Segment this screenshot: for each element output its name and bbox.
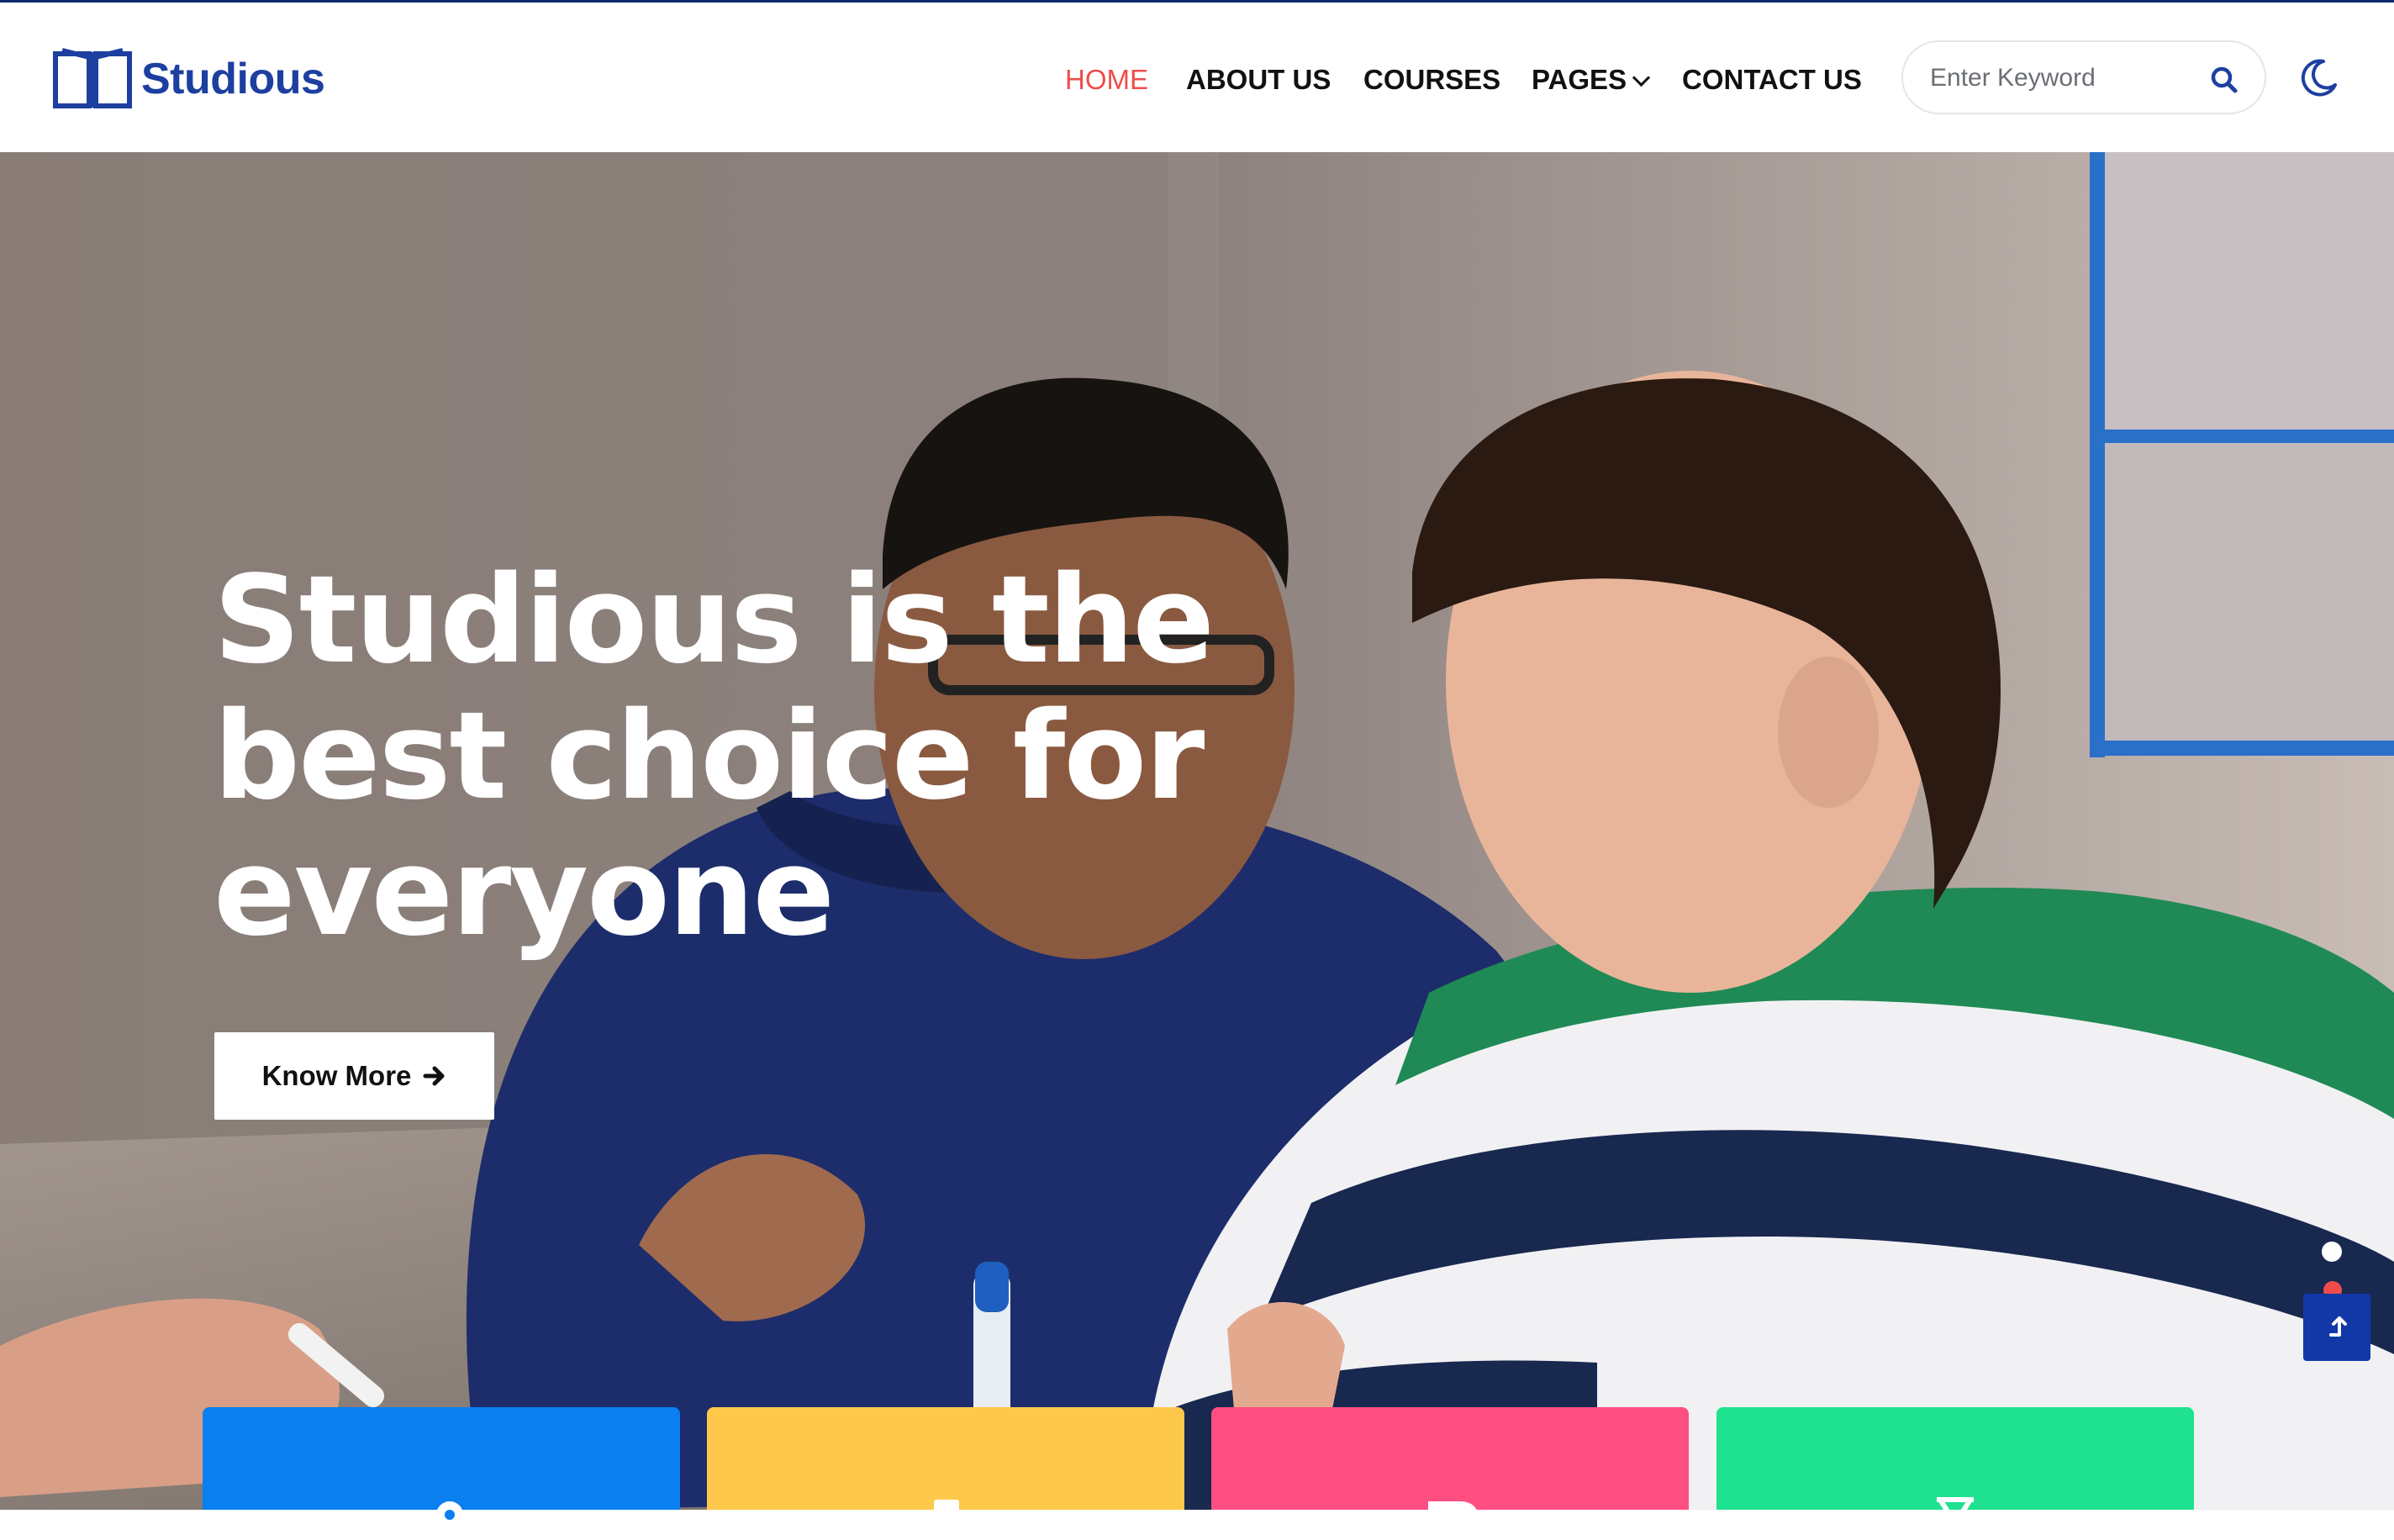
- nav-contact-us[interactable]: CONTACT US: [1682, 63, 1862, 97]
- feature-card-2[interactable]: [707, 1407, 1184, 1533]
- search-box: [1901, 40, 2266, 114]
- hero-slider: Studious is the best choice for everyone…: [0, 152, 2394, 1510]
- brand-logo[interactable]: Studious: [50, 41, 325, 117]
- nav-pages[interactable]: PAGES: [1532, 63, 1651, 97]
- nav-courses[interactable]: COURSES: [1363, 63, 1500, 97]
- nav-pages-label: PAGES: [1532, 64, 1627, 95]
- feature-card-3[interactable]: [1211, 1407, 1689, 1540]
- moon-icon[interactable]: [2298, 56, 2340, 98]
- slider-dot-active[interactable]: [2322, 1242, 2342, 1262]
- open-book-icon: [53, 48, 132, 108]
- know-more-button[interactable]: Know More: [214, 1032, 494, 1120]
- brand-name: Studious: [141, 55, 325, 103]
- arrow-right-icon: [423, 1066, 445, 1086]
- hero-title: Studious is the best choice for everyone: [214, 549, 1215, 962]
- chevron-down-icon: [1632, 68, 1651, 87]
- know-more-label: Know More: [261, 1060, 412, 1091]
- gears-icon: [423, 1501, 463, 1533]
- site-header: Studious HOME ABOUT US COURSES PAGES CON…: [0, 3, 2394, 152]
- book-icon: [934, 1500, 959, 1533]
- nav-home[interactable]: HOME: [1065, 63, 1148, 97]
- search-icon[interactable]: [2209, 65, 2239, 95]
- hourglass-icon: [1937, 1497, 1974, 1526]
- search-input[interactable]: [1928, 57, 2209, 99]
- nav-about-us[interactable]: ABOUT US: [1186, 63, 1331, 97]
- scroll-to-top-button[interactable]: [2303, 1294, 2370, 1361]
- feature-card-4[interactable]: [1716, 1407, 2194, 1526]
- arrow-up-icon: [2329, 1316, 2347, 1337]
- document-icon: [1428, 1501, 1479, 1540]
- feature-card-1[interactable]: [203, 1407, 680, 1533]
